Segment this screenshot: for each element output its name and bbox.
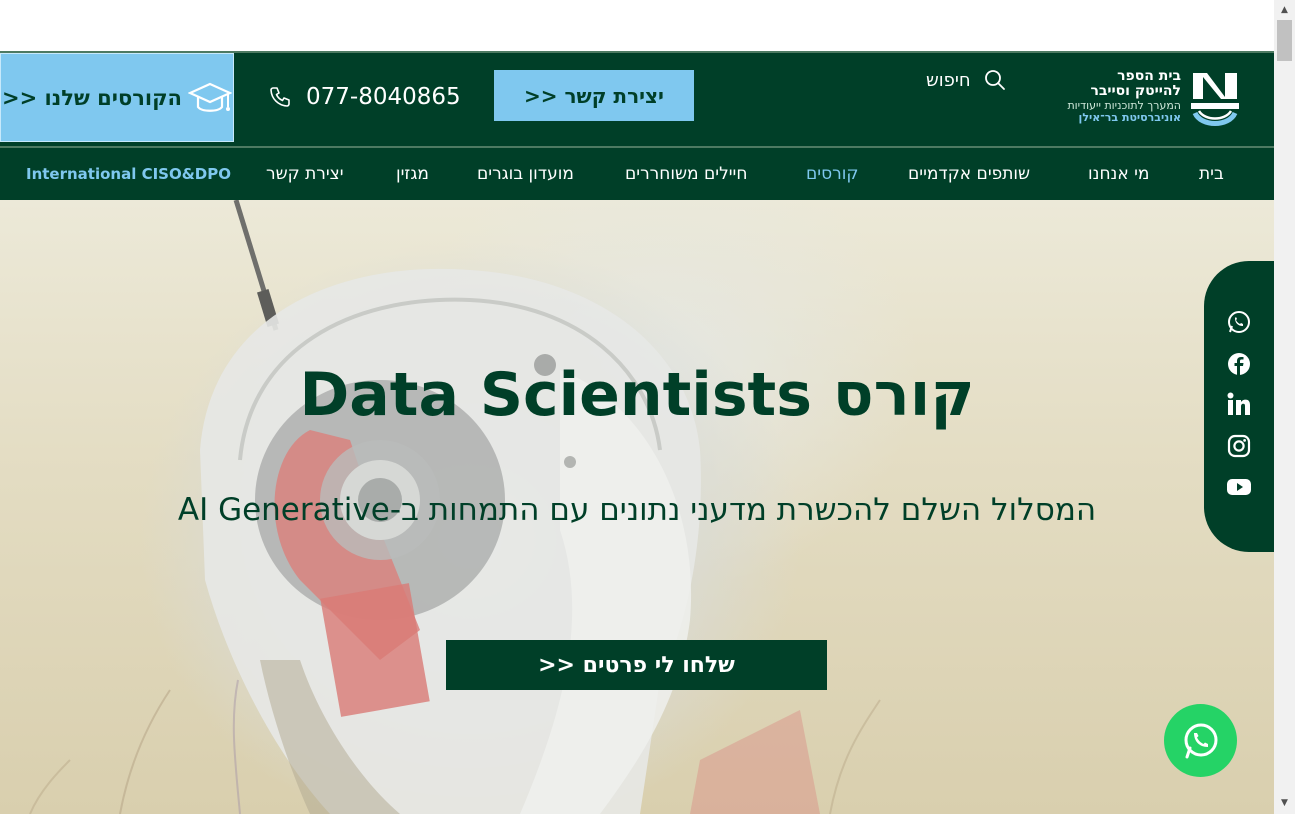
instagram-icon[interactable]	[1226, 433, 1252, 459]
nav-item-alumni-club[interactable]: מועדון בוגרים	[477, 148, 574, 200]
facebook-icon[interactable]	[1226, 351, 1252, 377]
send-details-button[interactable]: שלחו לי פרטים <<	[446, 640, 827, 690]
nav-item-discharged-soldiers[interactable]: חיילים משוחררים	[625, 148, 747, 200]
hero-subtitle: המסלול השלם להכשרת מדעני נתונים עם התמחו…	[177, 492, 1097, 528]
scroll-down-arrow-icon[interactable]: ▼	[1274, 795, 1295, 812]
contact-us-button[interactable]: יצירת קשר <<	[494, 70, 694, 121]
top-header: הקורסים שלנו << 077-8040865 יצירת קשר <<…	[0, 51, 1274, 148]
nav-item-courses[interactable]: קורסים	[806, 148, 858, 200]
nav-item-international-ciso-dpo[interactable]: International CISO&DPO	[26, 148, 231, 200]
main-nav: בית מי אנחנו שותפים אקדמיים קורסים חיילי…	[0, 148, 1274, 200]
phone-icon	[270, 87, 290, 107]
search-icon	[984, 70, 1005, 90]
our-courses-button[interactable]: הקורסים שלנו <<	[0, 53, 234, 142]
nav-item-contact[interactable]: יצירת קשר	[266, 148, 344, 200]
nav-item-magazine[interactable]: מגזין	[396, 148, 429, 200]
youtube-icon[interactable]	[1226, 474, 1252, 500]
courses-button-label: הקורסים שלנו <<	[2, 85, 182, 110]
nav-item-academic-partners[interactable]: שותפים אקדמיים	[908, 148, 1030, 200]
phone-number: 077-8040865	[306, 84, 461, 110]
graduation-cap-icon	[188, 82, 232, 112]
logo-line-4: אוניברסיטת בר־אילן	[1078, 110, 1181, 124]
nav-item-home[interactable]: בית	[1199, 148, 1224, 200]
whatsapp-chat-button[interactable]	[1164, 704, 1237, 777]
page: הקורסים שלנו << 077-8040865 יצירת קשר <<…	[0, 0, 1274, 814]
search-label: חיפוש	[926, 69, 971, 91]
logo-line-2: להייטק וסייבר	[1090, 82, 1181, 99]
hero-section: קורס Data Scientists המסלול השלם להכשרת …	[0, 200, 1274, 814]
hero-title: קורס Data Scientists	[299, 360, 975, 430]
scroll-thumb[interactable]	[1277, 20, 1292, 61]
cta-label: שלחו לי פרטים <<	[538, 652, 735, 678]
search-button[interactable]: חיפוש	[926, 65, 1007, 95]
social-sidebar	[1204, 261, 1274, 552]
nav-item-about[interactable]: מי אנחנו	[1088, 148, 1149, 200]
site-logo[interactable]: בית הספר להייטק וסייבר המערך לתוכניות יי…	[1040, 67, 1255, 133]
university-logo-icon	[1191, 73, 1239, 126]
logo-line-1: בית הספר	[1117, 68, 1181, 84]
whatsapp-float-icon	[1184, 723, 1217, 758]
page-scrollbar[interactable]: ▲ ▼	[1274, 0, 1295, 814]
linkedin-icon[interactable]	[1226, 391, 1252, 417]
scroll-up-arrow-icon[interactable]: ▲	[1274, 2, 1295, 19]
contact-button-label: יצירת קשר <<	[524, 83, 664, 108]
whatsapp-icon[interactable]	[1226, 309, 1252, 335]
phone-link[interactable]: 077-8040865	[268, 81, 461, 113]
